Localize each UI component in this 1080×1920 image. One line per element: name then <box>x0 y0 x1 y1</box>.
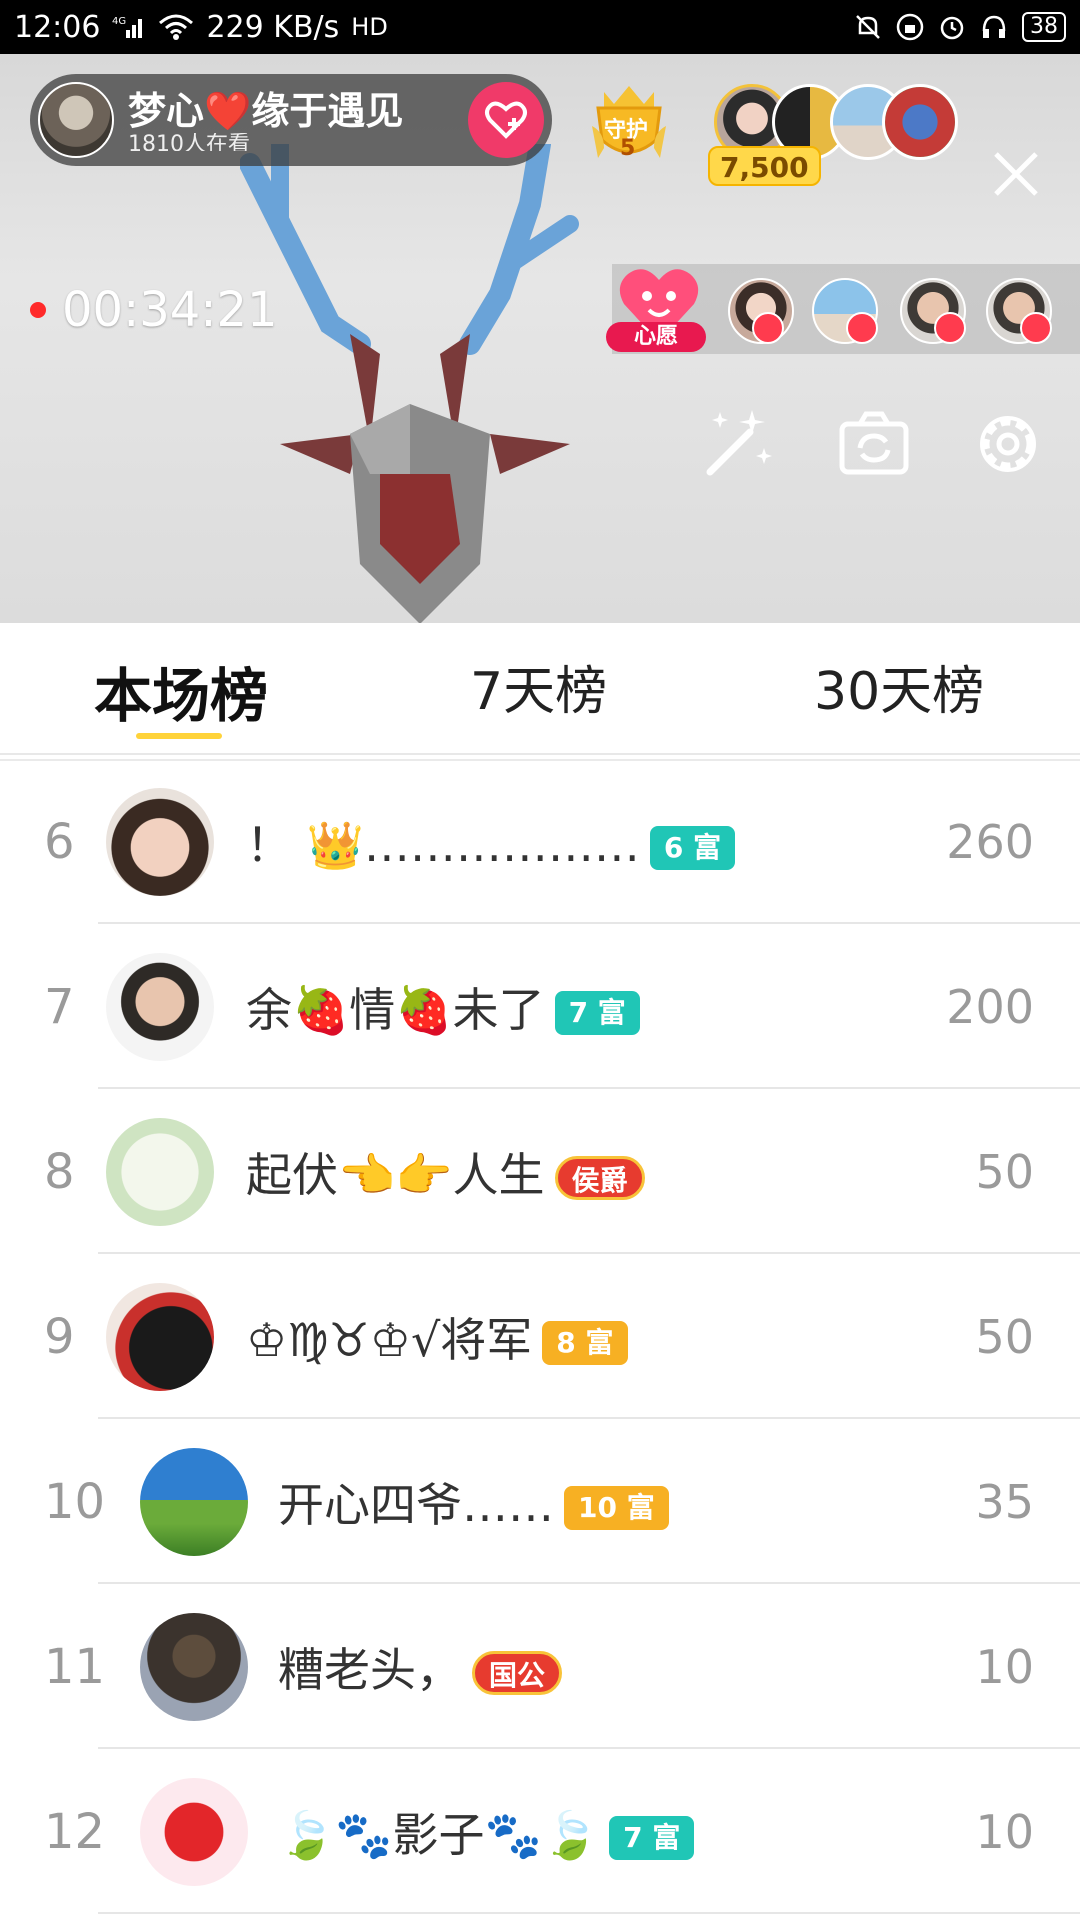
battery-indicator: 38 <box>1022 12 1066 42</box>
viewer-avatar[interactable] <box>882 84 958 160</box>
user-name: 糟老头， <box>278 1642 462 1697</box>
ranking-list[interactable]: 6 ！ 👑……………… 6 富 260 7 余🍓情🍓未了 7 富 200 8 起伏👈… <box>0 759 1080 1914</box>
user-name: ！ 👑……………… <box>246 817 640 872</box>
coin-count: 7,500 <box>708 146 821 186</box>
ranking-row[interactable]: 8 起伏👈👉人生 侯爵 50 <box>0 1089 1080 1254</box>
mute-bell-icon <box>854 13 882 41</box>
score-value: 10 <box>975 1639 1034 1694</box>
ranking-row[interactable]: 6 ！ 👑……………… 6 富 260 <box>0 759 1080 924</box>
alarm-icon <box>938 13 966 41</box>
user-avatar[interactable] <box>106 952 214 1061</box>
settings-button[interactable] <box>968 404 1048 484</box>
rank-number: 8 <box>44 1143 75 1200</box>
user-name: ♔♍♉♔√将军 <box>246 1312 533 1367</box>
ranking-tabs: 本场榜 7天榜 30天榜 <box>0 623 1080 755</box>
score-value: 260 <box>946 814 1034 869</box>
user-avatar[interactable] <box>106 1282 214 1391</box>
user-avatar[interactable] <box>140 1777 248 1886</box>
network-speed: 229 KB/s <box>206 9 340 45</box>
tab-30-days[interactable]: 30天榜 <box>814 649 984 724</box>
wealth-badge: 7 富 <box>554 991 640 1035</box>
user-avatar[interactable] <box>140 1612 248 1721</box>
user-name: 余🍓情🍓未了 <box>246 982 545 1037</box>
ranking-row[interactable]: 10 开心四爷…… 10 富 35 <box>0 1419 1080 1584</box>
score-value: 50 <box>975 1309 1034 1364</box>
user-name-row: 🍃🐾影子🐾🍃 7 富 <box>278 1799 695 1865</box>
svg-text:4G: 4G <box>112 16 126 27</box>
divider <box>98 1912 1080 1914</box>
recording-dot-icon <box>30 302 46 318</box>
score-value: 10 <box>975 1804 1034 1859</box>
camera-flip-icon <box>839 411 909 475</box>
wealth-badge: 10 富 <box>564 1486 669 1530</box>
close-button[interactable] <box>988 146 1044 202</box>
mic-badge-icon <box>752 312 784 344</box>
guard-count: 5 <box>620 136 636 161</box>
live-timer: 00:34:21 <box>30 282 278 338</box>
user-name-row: ！ 👑……………… 6 富 <box>246 809 736 875</box>
rank-number: 12 <box>44 1803 106 1860</box>
live-video[interactable]: 梦心❤️缘于遇见 1810人在看 守护 5 7,500 00:34:21 心愿 <box>0 54 1080 623</box>
user-name: 起伏👈👉人生 <box>246 1147 545 1202</box>
magic-wand-icon <box>706 410 772 476</box>
close-icon <box>994 152 1038 196</box>
user-name: 🍃🐾影子🐾🍃 <box>278 1807 600 1862</box>
user-name-row: 糟老头， 国公 <box>278 1634 563 1700</box>
gear-icon <box>980 416 1036 472</box>
score-value: 35 <box>975 1474 1034 1529</box>
user-name-row: 起伏👈👉人生 侯爵 <box>246 1139 645 1205</box>
user-name-row: 余🍓情🍓未了 7 富 <box>246 974 640 1040</box>
wealth-badge: 8 富 <box>542 1321 628 1365</box>
host-name: 梦心❤️缘于遇见 <box>128 89 404 133</box>
user-avatar[interactable] <box>106 787 214 896</box>
ranking-row[interactable]: 12 🍃🐾影子🐾🍃 7 富 10 <box>0 1749 1080 1914</box>
rank-number: 6 <box>44 813 75 870</box>
flip-camera-button[interactable] <box>834 404 914 484</box>
rank-number: 11 <box>44 1638 106 1695</box>
mic-badge-icon <box>846 312 878 344</box>
user-avatar[interactable] <box>106 1117 214 1226</box>
rank-number: 10 <box>44 1473 106 1530</box>
viewer-count-text: 1810人在看 <box>128 133 250 151</box>
rank-number: 7 <box>44 978 75 1035</box>
clock: 12:06 <box>14 9 101 45</box>
wealth-badge: 7 富 <box>609 1816 695 1860</box>
ranking-row[interactable]: 9 ♔♍♉♔√将军 8 富 50 <box>0 1254 1080 1419</box>
wish-label[interactable]: 心愿 <box>606 322 706 352</box>
wealth-badge: 6 富 <box>649 826 736 870</box>
guard-badge[interactable]: 守护 5 <box>584 78 674 168</box>
signal-icon: 4G <box>112 14 146 40</box>
host-avatar[interactable] <box>38 82 114 158</box>
rank-number: 9 <box>44 1308 75 1365</box>
user-name: 开心四爷…… <box>278 1477 554 1532</box>
score-value: 200 <box>946 979 1034 1034</box>
mic-badge-icon <box>934 312 966 344</box>
tab-7-days[interactable]: 7天榜 <box>470 649 607 724</box>
ranking-row[interactable]: 7 余🍓情🍓未了 7 富 200 <box>0 924 1080 1089</box>
noble-badge: 侯爵 <box>554 1156 645 1200</box>
heart-plus-icon <box>485 101 527 139</box>
user-name-row: 开心四爷…… 10 富 <box>278 1469 669 1535</box>
status-bar: 12:06 4G 229 KB/s HD 38 <box>0 0 1080 54</box>
user-name-row: ♔♍♉♔√将军 8 富 <box>246 1304 628 1370</box>
beauty-filter-button[interactable] <box>698 404 778 484</box>
user-avatar[interactable] <box>140 1447 248 1556</box>
follow-button[interactable] <box>468 82 544 158</box>
active-tab-indicator <box>136 733 222 739</box>
mic-badge-icon <box>1020 312 1052 344</box>
noble-badge: 国公 <box>472 1651 563 1695</box>
lock-rotation-icon <box>896 13 924 41</box>
deer-head-decoration <box>240 144 579 623</box>
score-value: 50 <box>975 1144 1034 1199</box>
host-info-pill[interactable]: 梦心❤️缘于遇见 1810人在看 <box>30 74 552 166</box>
headphones-icon <box>980 13 1008 41</box>
wifi-icon <box>158 13 194 41</box>
tab-current-show[interactable]: 本场榜 <box>94 649 268 733</box>
ranking-row[interactable]: 11 糟老头， 国公 10 <box>0 1584 1080 1749</box>
elapsed-time: 00:34:21 <box>62 282 278 338</box>
hd-icon: HD <box>351 13 388 41</box>
